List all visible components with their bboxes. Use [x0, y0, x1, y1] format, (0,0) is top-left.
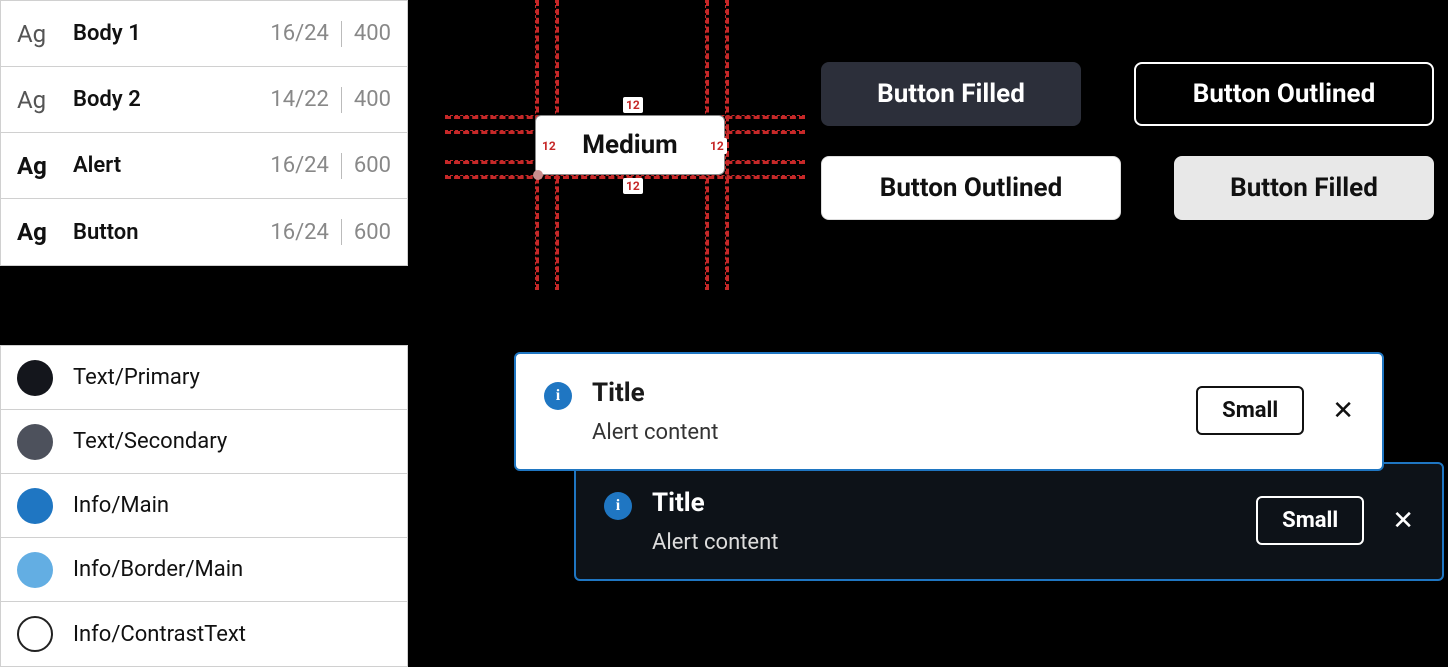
divider	[341, 153, 342, 179]
color-row: Info/ContrastText	[1, 602, 407, 666]
padding-spec: Medium 12 12 12 12	[445, 0, 805, 290]
typography-table: Ag Body 1 16/24 400 Ag Body 2 14/22 400 …	[0, 0, 408, 266]
color-row: Info/Border/Main	[1, 538, 407, 602]
button-outlined-light[interactable]: Button Outlined	[821, 156, 1121, 220]
typo-row-body2: Ag Body 2 14/22 400	[1, 67, 407, 133]
info-icon: i	[544, 382, 572, 410]
padding-right-label: 12	[707, 138, 727, 154]
alert-content: Alert content	[652, 530, 1236, 555]
padding-bottom-label: 12	[623, 178, 643, 194]
spec-chip: Medium	[535, 115, 725, 175]
button-label: Button Outlined	[880, 173, 1062, 203]
color-label: Info/Main	[73, 493, 169, 518]
close-icon[interactable]: ✕	[1332, 398, 1354, 424]
typo-specs: 16/24 600	[270, 153, 391, 179]
color-row: Text/Primary	[1, 346, 407, 410]
alert-title: Title	[652, 488, 1236, 518]
typo-weight: 400	[354, 21, 391, 46]
typo-name: Alert	[73, 153, 270, 178]
alert-actions: Small ✕	[1256, 496, 1414, 545]
color-swatch	[17, 488, 53, 524]
alert-action-label: Small	[1282, 508, 1338, 533]
alert-body: Title Alert content	[592, 378, 1176, 445]
button-label: Button Filled	[1230, 173, 1378, 203]
spec-chip-label: Medium	[582, 130, 677, 160]
typo-sample: Ag	[17, 152, 73, 180]
close-icon[interactable]: ✕	[1392, 508, 1414, 534]
divider	[341, 21, 342, 47]
color-swatch	[17, 616, 53, 652]
color-label: Info/ContrastText	[73, 622, 246, 647]
typo-weight: 400	[354, 87, 391, 112]
alert-actions: Small ✕	[1196, 386, 1354, 435]
spec-anchor-dot	[533, 170, 543, 180]
typo-specs: 16/24 400	[270, 21, 391, 47]
typo-row-alert: Ag Alert 16/24 600	[1, 133, 407, 199]
typo-size: 14/22	[270, 87, 329, 112]
typo-row-body1: Ag Body 1 16/24 400	[1, 1, 407, 67]
padding-left-label: 12	[539, 138, 559, 154]
divider	[341, 219, 342, 245]
typo-size: 16/24	[270, 21, 329, 46]
typo-weight: 600	[354, 153, 391, 178]
typo-specs: 14/22 400	[270, 87, 391, 113]
color-swatch	[17, 360, 53, 396]
color-label: Text/Secondary	[73, 429, 227, 454]
alert-dark: i Title Alert content Small ✕	[574, 462, 1444, 581]
alert-content: Alert content	[592, 420, 1176, 445]
color-row: Info/Main	[1, 474, 407, 538]
typo-size: 16/24	[270, 153, 329, 178]
typo-name: Button	[73, 220, 270, 245]
typo-weight: 600	[354, 220, 391, 245]
color-label: Text/Primary	[73, 365, 200, 390]
typo-sample: Ag	[17, 86, 73, 114]
padding-top-label: 12	[623, 97, 643, 113]
alert-body: Title Alert content	[652, 488, 1236, 555]
typo-sample: Ag	[17, 218, 73, 246]
button-outlined-dark[interactable]: Button Outlined	[1134, 62, 1434, 126]
typo-row-button: Ag Button 16/24 600	[1, 199, 407, 265]
typo-name: Body 2	[73, 87, 270, 112]
color-label: Info/Border/Main	[73, 557, 243, 582]
color-swatch	[17, 424, 53, 460]
alert-action-button[interactable]: Small	[1256, 496, 1364, 545]
alert-action-button[interactable]: Small	[1196, 386, 1304, 435]
typo-name: Body 1	[73, 21, 270, 46]
button-filled-light[interactable]: Button Filled	[1174, 156, 1434, 220]
color-table: Text/Primary Text/Secondary Info/Main In…	[0, 345, 408, 667]
info-icon: i	[604, 492, 632, 520]
color-row: Text/Secondary	[1, 410, 407, 474]
button-filled-dark[interactable]: Button Filled	[821, 62, 1081, 126]
alert-title: Title	[592, 378, 1176, 408]
button-label: Button Filled	[877, 79, 1025, 109]
button-label: Button Outlined	[1193, 79, 1375, 109]
color-swatch	[17, 552, 53, 588]
typo-sample: Ag	[17, 20, 73, 48]
alert-action-label: Small	[1222, 398, 1278, 423]
typo-specs: 16/24 600	[270, 219, 391, 245]
divider	[341, 87, 342, 113]
alert-light: i Title Alert content Small ✕	[514, 352, 1384, 471]
typo-size: 16/24	[270, 220, 329, 245]
